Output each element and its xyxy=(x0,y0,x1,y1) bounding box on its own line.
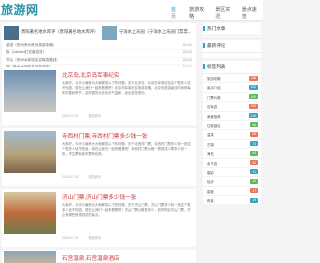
article-title[interactable]: 石宫温泉,石宫温泉酒店 xyxy=(62,254,120,262)
tag-item[interactable]: 美食推荐 118 xyxy=(203,112,261,121)
tag-item[interactable]: 旅游攻略 168 xyxy=(203,74,261,84)
sidebar: 热门文章 最新评论 标签列表 旅游攻略 168 景点介绍 152 门票价格 140 自驾游 1… xyxy=(203,20,261,206)
news-title[interactable]: 游游（贵州贵州贵州旅游攻略） xyxy=(6,43,56,47)
tag-item[interactable]: 温泉 88 xyxy=(203,130,261,140)
tag-count-badge: 96 xyxy=(250,122,258,128)
tag-label[interactable]: 摄影 xyxy=(207,170,214,175)
article-card[interactable]: 石宫温泉,石宫温泉酒店 xyxy=(2,250,196,263)
feature-thumbnail[interactable] xyxy=(102,26,117,40)
article-category[interactable]: 旅游资讯 xyxy=(88,114,101,118)
tag-count-badge: 88 xyxy=(250,131,258,137)
site-header: 旅游网 首页 旅游攻略 景区实况 景点速览 xyxy=(0,0,263,24)
tag-label[interactable]: 景点介绍 xyxy=(207,85,221,90)
article-image[interactable] xyxy=(4,251,56,263)
site-logo[interactable]: 旅游网 xyxy=(1,1,39,18)
article-card[interactable]: 济山门票,济山门票多少钱一张 大家好，今天小编来为大家解答以下的问题，关于济山门… xyxy=(2,189,196,247)
panel-title: 标签列表 xyxy=(203,61,261,74)
tag-label[interactable]: 住宿酒店 xyxy=(207,123,221,128)
tag-item[interactable]: 门票价格 140 xyxy=(203,93,261,103)
tag-label[interactable]: 夜景 xyxy=(207,198,214,203)
news-title[interactable]: 秋（cabinet红花景游览） xyxy=(6,50,46,54)
tag-item[interactable]: 夜景 19 xyxy=(203,196,261,206)
article-category[interactable]: 旅游资讯 xyxy=(88,175,101,179)
article-category[interactable]: 旅游资讯 xyxy=(88,236,101,240)
tag-item[interactable]: 古镇 74 xyxy=(203,140,261,150)
news-title[interactable]: 节从（贵州水库知名自驾游路线） xyxy=(6,58,60,62)
tag-count-badge: 41 xyxy=(250,169,258,175)
news-date: 02-01 xyxy=(182,57,192,62)
article-card[interactable]: 北京岛,北京岛军事纪实 大家好，今天小编来为大家解答以下的问题，关于北京岛，北京… xyxy=(2,67,196,125)
article-image[interactable] xyxy=(4,131,56,173)
article-image[interactable] xyxy=(4,70,56,112)
feature-thumbnail[interactable] xyxy=(4,26,19,40)
tag-item[interactable]: 露营 27 xyxy=(203,187,261,197)
tag-count-badge: 63 xyxy=(250,150,258,156)
tag-count-badge: 126 xyxy=(248,103,258,109)
article-date: 2024-07-02 xyxy=(62,236,79,240)
tag-label[interactable]: 海岛 xyxy=(207,151,214,156)
tag-count-badge: 33 xyxy=(250,178,258,184)
article-image[interactable] xyxy=(4,192,56,234)
tag-label[interactable]: 温泉 xyxy=(207,132,214,137)
tag-label[interactable]: 古镇 xyxy=(207,142,214,147)
tag-item[interactable]: 徒步 33 xyxy=(203,177,261,187)
tag-count-badge: 74 xyxy=(250,141,258,147)
tag-label[interactable]: 徒步 xyxy=(207,179,214,184)
tag-item[interactable]: 自驾游 126 xyxy=(203,102,261,112)
latest-comments-panel: 最新评论 xyxy=(203,40,261,58)
hot-articles-panel: 热门文章 xyxy=(203,23,261,37)
feature-title[interactable]: 宁海水上乐园（宁海水上乐园门票票... xyxy=(119,29,191,35)
tag-count-badge: 19 xyxy=(250,197,258,203)
tag-label[interactable]: 美食推荐 xyxy=(207,114,221,119)
panel-title: 最新评论 xyxy=(203,40,261,53)
article-meta: 2024-07-02 旅游资讯 xyxy=(62,235,111,240)
article-summary: 大家好，今天小编来为大家解答以下的问题，关于寺西村门票，寺西村门票多少钱一张这个… xyxy=(62,142,191,156)
article-title[interactable]: 北京岛,北京岛军事纪实 xyxy=(62,71,120,79)
panel-title: 热门文章 xyxy=(203,23,261,36)
article-summary: 大家好，今天小编来为大家解答以下的问题，关于北京岛，北京岛军事纪实这个很多人还不… xyxy=(62,81,191,95)
main-content: 贵阳著名地水库评（贵阳著名地水库评） 宁海水上乐园（宁海水上乐园门票票... 游… xyxy=(0,20,198,263)
article-date: 2024-07-02 xyxy=(62,114,79,118)
tag-count-badge: 168 xyxy=(248,75,258,81)
article-date: 2024-07-02 xyxy=(62,175,79,179)
article-summary: 大家好，今天小编来为大家解答以下的问题，关于济山门票，济山门票多少钱一张这个很多… xyxy=(62,203,191,217)
tag-count-badge: 140 xyxy=(248,94,258,100)
tag-list: 旅游攻略 168 景点介绍 152 门票价格 140 自驾游 126 美食推荐 118 住宿酒店 96… xyxy=(203,74,261,206)
tag-item[interactable]: 亲子游 52 xyxy=(203,159,261,168)
tag-label[interactable]: 自驾游 xyxy=(207,104,217,109)
article-title[interactable]: 寺西村门票,寺西村门票多少钱一张 xyxy=(62,132,147,140)
tag-item[interactable]: 海岛 63 xyxy=(203,149,261,159)
tag-label[interactable]: 旅游攻略 xyxy=(207,76,221,81)
news-date: 02-01 xyxy=(182,43,192,47)
tag-count-badge: 152 xyxy=(248,84,258,90)
tag-label[interactable]: 露营 xyxy=(207,189,214,194)
article-meta: 2024-07-02 旅游资讯 xyxy=(62,113,111,118)
tag-count-badge: 118 xyxy=(248,113,258,119)
article-card[interactable]: 寺西村门票,寺西村门票多少钱一张 大家好，今天小编来为大家解答以下的问题，关于寺… xyxy=(2,128,196,186)
article-meta: 2024-07-02 旅游资讯 xyxy=(62,174,111,179)
list-item[interactable]: 秋（cabinet红花景游览） 02-01 xyxy=(6,50,192,58)
tag-item[interactable]: 景点介绍 152 xyxy=(203,83,261,93)
tags-panel: 标签列表 旅游攻略 168 景点介绍 152 门票价格 140 自驾游 126 美食推荐 118 住… xyxy=(203,61,261,206)
article-title[interactable]: 济山门票,济山门票多少钱一张 xyxy=(62,193,136,201)
tag-item[interactable]: 摄影 41 xyxy=(203,168,261,178)
tag-label[interactable]: 门票价格 xyxy=(207,95,221,100)
news-date: 02-01 xyxy=(182,50,192,55)
tag-count-badge: 52 xyxy=(250,160,258,166)
feature-title[interactable]: 贵阳著名地水库评（贵阳著名地水库评） xyxy=(21,29,98,35)
tag-label[interactable]: 亲子游 xyxy=(207,161,217,166)
tag-count-badge: 27 xyxy=(250,188,258,194)
tag-item[interactable]: 住宿酒店 96 xyxy=(203,121,261,131)
